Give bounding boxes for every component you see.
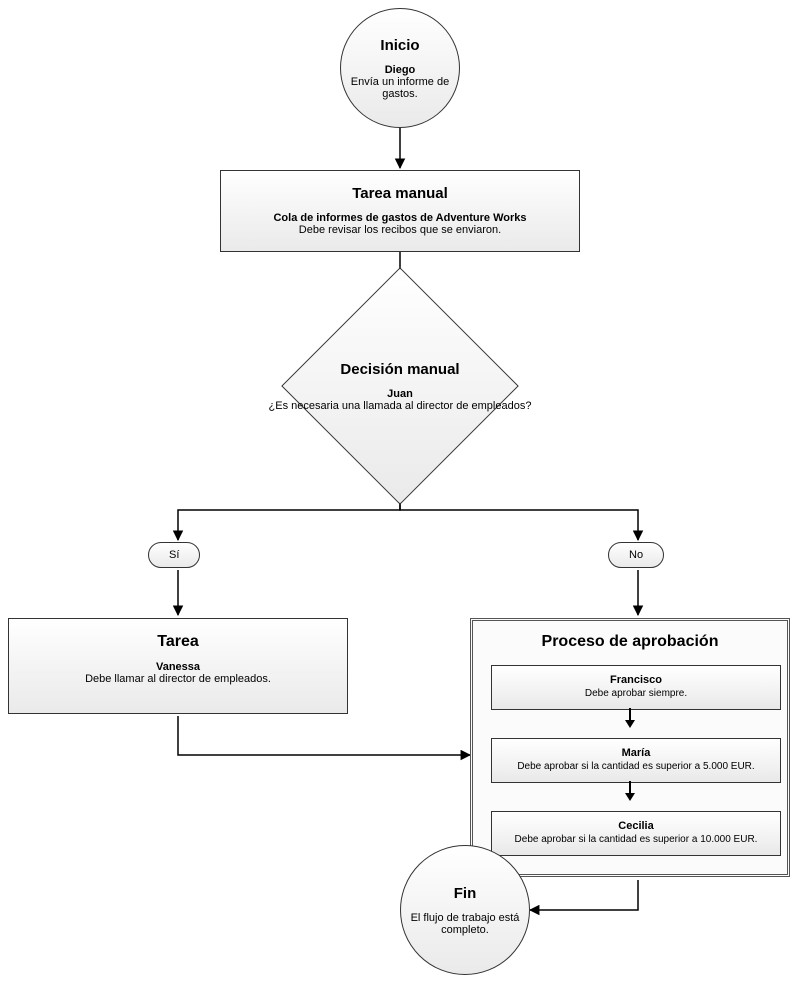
approval-step-desc: Debe aprobar si la cantidad es superior … xyxy=(498,834,774,845)
manual-task-title: Tarea manual xyxy=(231,185,569,202)
approval-step-name: Cecilia xyxy=(498,820,774,832)
approval-step: María Debe aprobar si la cantidad es sup… xyxy=(491,738,781,783)
approval-process-node: Proceso de aprobación Francisco Debe apr… xyxy=(470,618,790,877)
approval-title: Proceso de aprobación xyxy=(491,633,769,651)
end-node: Fin El flujo de trabajo está completo. xyxy=(400,845,530,975)
approval-step-desc: Debe aprobar siempre. xyxy=(498,688,774,699)
approval-step-desc: Debe aprobar si la cantidad es superior … xyxy=(498,761,774,772)
task-action: Debe llamar al director de empleados. xyxy=(19,673,337,685)
start-actor: Diego xyxy=(385,64,416,76)
decision-question: ¿Es necesaria una llamada al director de… xyxy=(269,400,532,412)
approval-step-name: María xyxy=(498,747,774,759)
start-title: Inicio xyxy=(380,37,419,54)
end-text-2: completo. xyxy=(441,924,489,936)
flowchart-canvas: Inicio Diego Envía un informe de gastos.… xyxy=(0,0,795,1005)
end-title: Fin xyxy=(454,885,477,902)
approval-step: Cecilia Debe aprobar si la cantidad es s… xyxy=(491,811,781,856)
end-text-1: El flujo de trabajo está xyxy=(411,912,520,924)
branch-yes-wrap: Sí xyxy=(148,542,200,568)
start-node: Inicio Diego Envía un informe de gastos. xyxy=(340,8,460,128)
arrow-down-icon xyxy=(625,720,635,728)
decision-actor: Juan xyxy=(387,388,413,400)
branch-no-wrap: No xyxy=(608,542,664,568)
task-actor: Vanessa xyxy=(19,661,337,673)
decision-node: Decisión manual Juan ¿Es necesaria una l… xyxy=(316,302,484,470)
task-title: Tarea xyxy=(19,633,337,651)
manual-task-action: Debe revisar los recibos que se enviaron… xyxy=(231,224,569,236)
approval-step-name: Francisco xyxy=(498,674,774,686)
manual-task-node: Tarea manual Cola de informes de gastos … xyxy=(220,170,580,252)
manual-task-actor: Cola de informes de gastos de Adventure … xyxy=(231,212,569,224)
approval-step: Francisco Debe aprobar siempre. xyxy=(491,665,781,710)
branch-yes-pill: Sí xyxy=(148,542,200,568)
task-node: Tarea Vanessa Debe llamar al director de… xyxy=(8,618,348,714)
decision-title: Decisión manual xyxy=(340,361,459,378)
start-action: Envía un informe de gastos. xyxy=(349,76,451,100)
branch-no-pill: No xyxy=(608,542,664,568)
arrow-down-icon xyxy=(625,793,635,801)
